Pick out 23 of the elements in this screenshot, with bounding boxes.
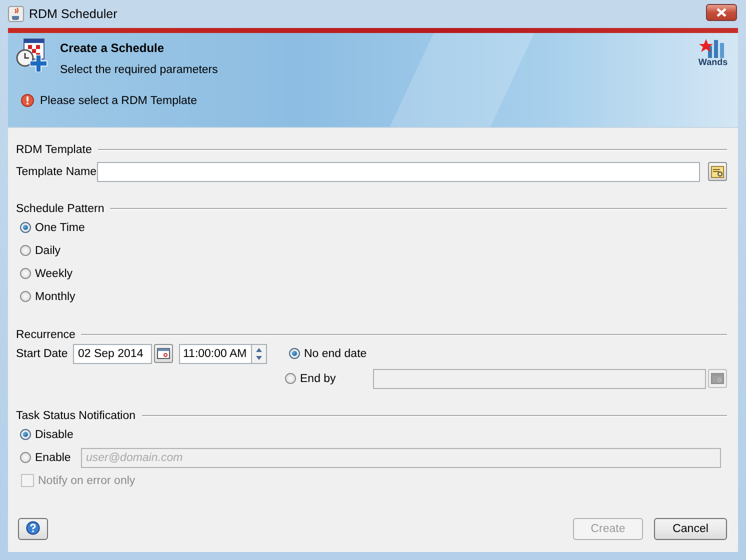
radio-button[interactable]: No end date — [285, 348, 367, 360]
radio-button[interactable]: One Time — [16, 222, 85, 234]
radio-button[interactable]: End by — [281, 372, 336, 384]
radio-button[interactable]: Disable — [16, 428, 74, 440]
validation-message: Please select a RDM Template — [40, 94, 198, 106]
checkbox-label: Notify on error only — [38, 474, 136, 486]
window-title: RDM Scheduler — [29, 7, 118, 21]
header-subtitle: Select the required parameters — [60, 64, 218, 76]
section-heading: Recurrence — [16, 329, 76, 341]
dialog-button[interactable]: Cancel — [654, 518, 727, 540]
field-label: Template Name — [16, 166, 97, 178]
section-heading: Schedule Pattern — [16, 203, 104, 215]
radio-button[interactable]: Enable — [16, 452, 71, 464]
header-title: Create a Schedule — [60, 41, 166, 55]
logo-text: Wands — [698, 58, 728, 67]
section-heading: RDM Template — [16, 144, 92, 156]
field-label: Start Date — [16, 348, 69, 360]
time-field[interactable]: 11:00:00 AM — [179, 344, 251, 364]
date-field[interactable]: 02 Sep 2014 — [73, 344, 152, 364]
radio-button[interactable]: Monthly — [16, 290, 76, 302]
radio-button[interactable]: Weekly — [16, 268, 72, 280]
section-heading: Task Status Notification — [16, 410, 136, 422]
radio-button[interactable]: Daily — [16, 244, 61, 256]
